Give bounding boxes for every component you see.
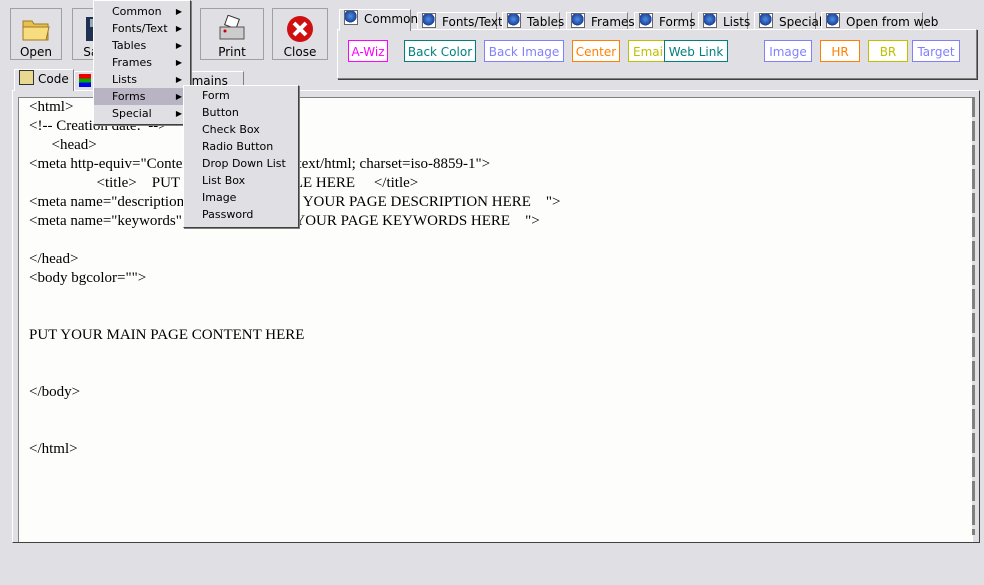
- code-line: </html>: [29, 441, 78, 457]
- pencil-icon: [19, 70, 34, 85]
- submenu-arrow-icon: ▶: [175, 24, 182, 33]
- submenu-arrow-icon: ▶: [175, 58, 182, 67]
- print-button[interactable]: Print: [200, 8, 264, 60]
- tab-code[interactable]: Code: [14, 69, 74, 91]
- snippet-tab[interactable]: Open from web: [821, 12, 938, 30]
- snippet-tab[interactable]: Forms: [634, 12, 696, 30]
- menu-item-label: Frames: [112, 56, 153, 69]
- submenu-item[interactable]: Form: [184, 87, 298, 104]
- menu-item-label: Common: [112, 5, 162, 18]
- code-editor-frame: <html> <!-- Creation date: --> <head> <met…: [12, 90, 980, 543]
- snippet-button[interactable]: Center: [572, 40, 620, 62]
- snippet-button[interactable]: BR: [868, 40, 908, 62]
- open-button[interactable]: Open: [10, 8, 62, 60]
- menu-item[interactable]: Common ▶: [94, 3, 190, 20]
- close-icon: [287, 16, 313, 42]
- menu-item-label: Lists: [112, 73, 137, 86]
- html-file-icon: [422, 13, 436, 28]
- code-line: </body>: [29, 384, 81, 400]
- submenu-item[interactable]: Password: [184, 206, 298, 223]
- menu-item[interactable]: Forms ▶: [94, 88, 190, 105]
- html-file-icon: [759, 13, 773, 28]
- menu-item-label: Fonts/Text: [112, 22, 168, 35]
- html-file-icon: [826, 13, 840, 28]
- submenu-item[interactable]: List Box: [184, 172, 298, 189]
- code-line: PUT YOUR MAIN PAGE CONTENT HERE: [29, 327, 305, 343]
- tab-label: Fonts/Text: [442, 15, 503, 29]
- forms-submenu: Form Button Check Box Radio Button Drop Down…: [183, 85, 299, 228]
- design-icon: [79, 74, 91, 87]
- snippet-tab[interactable]: Special: [754, 12, 822, 30]
- tab-label: Frames: [591, 15, 635, 29]
- html-file-icon: [703, 13, 717, 28]
- snippet-button[interactable]: A-Wiz: [348, 40, 388, 62]
- snippet-button[interactable]: Target: [912, 40, 960, 62]
- snippet-tab[interactable]: Lists: [698, 12, 751, 30]
- submenu-arrow-icon: ▶: [175, 7, 182, 16]
- snippet-tab[interactable]: Fonts/Text: [417, 12, 503, 30]
- html-file-icon: [639, 13, 653, 28]
- code-editor[interactable]: <html> <!-- Creation date: --> <head> <met…: [18, 97, 973, 542]
- menu-item[interactable]: Special ▶: [94, 105, 190, 122]
- submenu-arrow-icon: ▶: [175, 109, 182, 118]
- submenu-item[interactable]: Radio Button: [184, 138, 298, 155]
- snippet-button[interactable]: HR: [820, 40, 860, 62]
- code-line: <title> PUT YOUR PAGE TITLE HERE </title…: [96, 175, 419, 191]
- menu-item-label: Forms: [112, 90, 146, 103]
- menu-item[interactable]: Lists ▶: [94, 71, 190, 88]
- snippet-button[interactable]: Web Link: [664, 40, 728, 62]
- submenu-item[interactable]: Button: [184, 104, 298, 121]
- printer-icon: [219, 15, 245, 40]
- submenu-arrow-icon: ▶: [175, 41, 182, 50]
- close-button[interactable]: Close: [272, 8, 328, 60]
- snippet-panel: A-Wiz Back Color Back Image Center EmailTo We…: [337, 29, 977, 79]
- tab-label: Forms: [659, 15, 696, 29]
- menu-item-label: Tables: [112, 39, 147, 52]
- code-line: <meta name="description" content=" PUT Y…: [29, 194, 561, 210]
- menu-item[interactable]: Tables ▶: [94, 37, 190, 54]
- submenu-item[interactable]: Check Box: [184, 121, 298, 138]
- menu-item[interactable]: Fonts/Text ▶: [94, 20, 190, 37]
- submenu-arrow-icon: ▶: [175, 75, 182, 84]
- submenu-item[interactable]: Image: [184, 189, 298, 206]
- menu-item[interactable]: Frames ▶: [94, 54, 190, 71]
- snippet-button[interactable]: Image: [764, 40, 812, 62]
- code-line: <head>: [29, 137, 97, 153]
- snippet-tab[interactable]: Common: [339, 9, 418, 31]
- snippet-tab[interactable]: Tables: [502, 12, 564, 30]
- code-line: <meta name="keywords" content=" PUT YOUR…: [29, 213, 540, 229]
- tab-label: Tables: [527, 15, 565, 29]
- html-file-icon: [507, 13, 521, 28]
- html-file-icon: [344, 10, 358, 25]
- submenu-arrow-icon: ▶: [175, 92, 182, 101]
- snippet-button[interactable]: Back Image: [484, 40, 564, 62]
- insert-menu: Common ▶ Fonts/Text ▶ Tables ▶ Frames ▶ Lists ▶ Fo…: [93, 0, 191, 125]
- code-line: <meta http-equiv="Content-Type" content=…: [29, 156, 491, 172]
- tab-label: Special: [779, 15, 823, 29]
- tab-label: Common: [364, 12, 419, 26]
- html-file-icon: [571, 13, 585, 28]
- snippet-tab[interactable]: Frames: [566, 12, 635, 30]
- submenu-item[interactable]: Drop Down List: [184, 155, 298, 172]
- tab-label: Lists: [723, 15, 751, 29]
- code-line: <body bgcolor="">: [29, 270, 147, 286]
- snippet-button[interactable]: Back Color: [404, 40, 476, 62]
- menu-item-label: Special: [112, 107, 152, 120]
- vertical-scrollbar[interactable]: [972, 97, 975, 535]
- tab-label: Open from web: [846, 15, 939, 29]
- code-line: </head>: [29, 251, 79, 267]
- folder-icon: [22, 20, 50, 41]
